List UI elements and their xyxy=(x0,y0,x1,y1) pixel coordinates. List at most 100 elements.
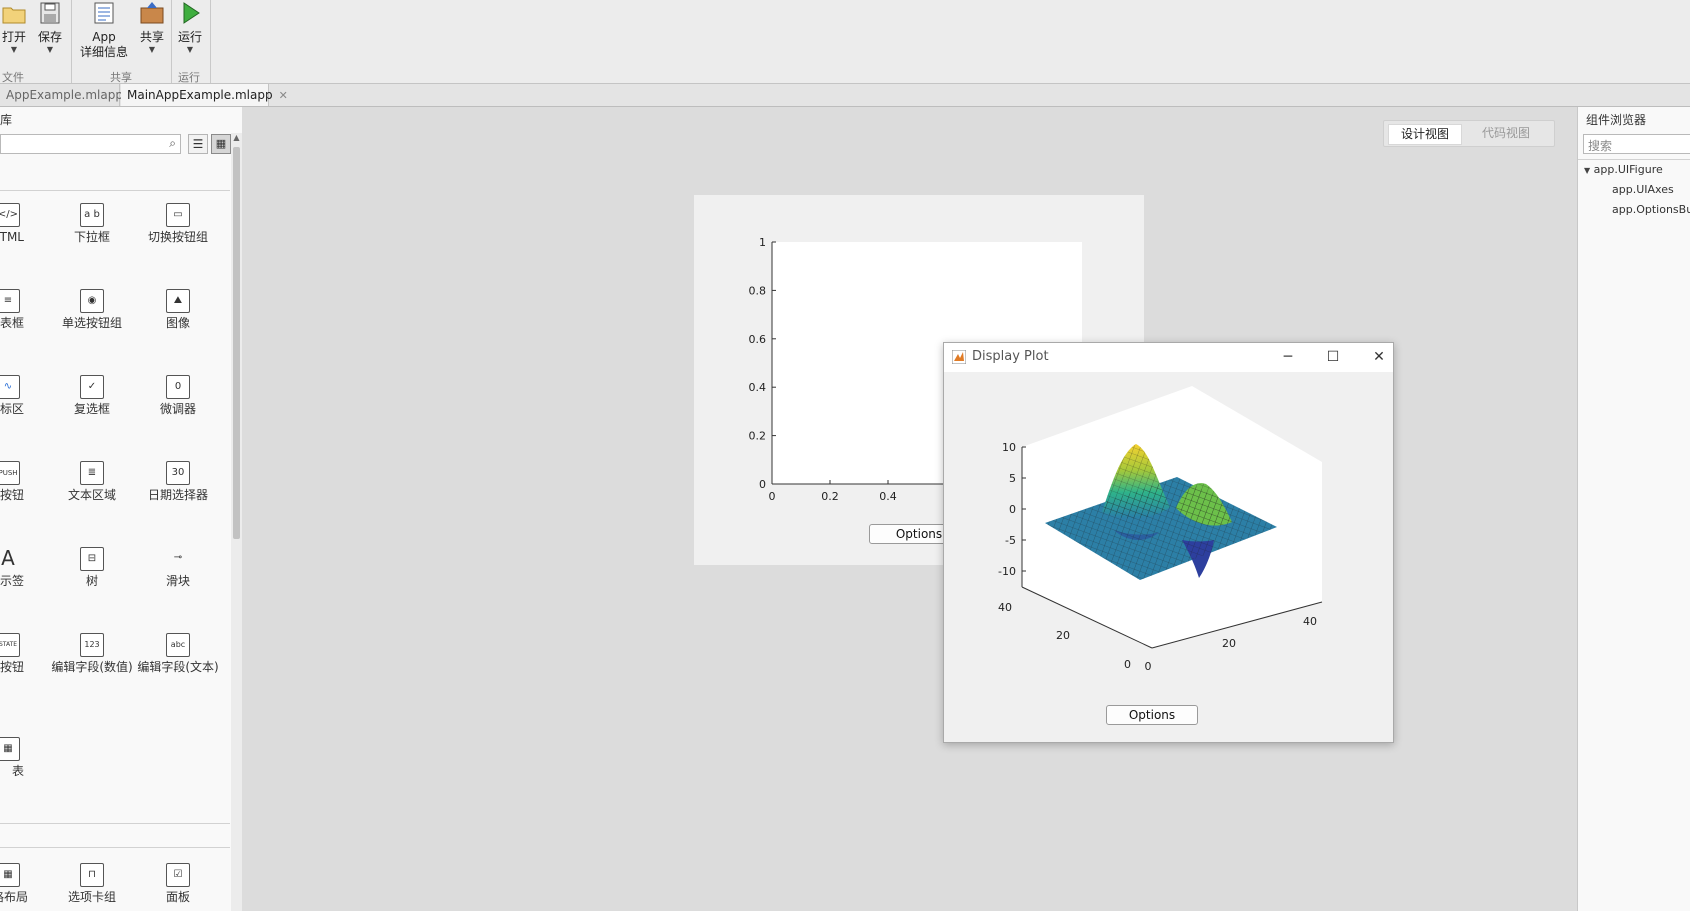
library-item-panel[interactable]: ☑ 面板 xyxy=(136,863,220,905)
design-view-button[interactable]: 设计视图 xyxy=(1388,124,1462,145)
run-button[interactable]: 运行 ▼ xyxy=(176,0,204,55)
library-item-image[interactable]: ⛰ 图像 xyxy=(136,289,220,331)
library-item-listbox[interactable]: ≡ 表框 xyxy=(0,289,50,331)
library-item-dropdown[interactable]: a b 下拉框 xyxy=(50,203,134,245)
library-title: 库 xyxy=(0,113,13,127)
tree-node-optionsbutton[interactable]: app.OptionsBu xyxy=(1612,203,1690,216)
library-item-tree[interactable]: ⊟ 树 xyxy=(50,547,134,589)
save-button[interactable]: 保存 ▼ xyxy=(36,0,64,55)
y-tick-label: 0.6 xyxy=(749,333,767,346)
tree-node-uiaxes[interactable]: app.UIAxes xyxy=(1612,183,1674,196)
library-item-date-picker[interactable]: 30 日期选择器 xyxy=(136,461,220,503)
open-button[interactable]: 打开 ▼ xyxy=(0,0,28,55)
library-item-checkbox[interactable]: ✓ 复选框 xyxy=(50,375,134,417)
tab-group-icon: ⊓ xyxy=(80,863,104,887)
open-label: 打开 xyxy=(1,30,26,44)
library-item-axes[interactable]: ∿ 标区 xyxy=(0,375,50,417)
y-tick-label: 0 xyxy=(759,478,766,491)
minimize-icon[interactable]: ─ xyxy=(1273,347,1303,367)
library-item-radio-button-group[interactable]: ◉ 单选按钮组 xyxy=(50,289,134,331)
section-divider xyxy=(210,0,211,83)
date-picker-icon: 30 xyxy=(166,461,190,485)
surface-plot[interactable]: 10 5 0 -5 -10 40 20 0 0 20 40 xyxy=(944,372,1393,692)
tab-mainappexample[interactable]: MainAppExample.mlapp ✕ xyxy=(121,84,288,106)
y-tick-label: 0.8 xyxy=(749,284,767,297)
component-library: 库 ⌕ ☰ ▦ </> TML a b 下拉框 ▭ 切换按钮组 ≡ 表框 ◉ 单选按钮组 … xyxy=(0,107,243,911)
library-item-text-area[interactable]: ≣ 文本区域 xyxy=(50,461,134,503)
library-item-spinner[interactable]: 0 微调器 xyxy=(136,375,220,417)
item-label: 按钮 xyxy=(0,488,24,502)
library-item-state-button[interactable]: STATE 态按钮 xyxy=(0,633,50,675)
z-tick-label: 10 xyxy=(1002,441,1016,454)
z-tick-label: 0 xyxy=(1009,503,1016,516)
library-item-slider[interactable]: ⊸ 滑块 xyxy=(136,547,220,589)
axes-icon: ∿ xyxy=(0,375,20,399)
tree-node-label: app.UIFigure xyxy=(1593,163,1663,176)
matlab-logo-icon xyxy=(952,350,966,364)
chevron-down-icon: ▼ xyxy=(46,45,54,54)
window-titlebar[interactable]: Display Plot ─ ☐ ✕ xyxy=(944,343,1393,372)
z-tick-label: 5 xyxy=(1009,472,1016,485)
tab-appexample[interactable]: AppExample.mlapp✕ xyxy=(0,84,138,106)
x-tick-label: 0.2 xyxy=(821,490,839,503)
library-item-tab-group[interactable]: ⊓ 选项卡组 xyxy=(50,863,134,905)
item-label: 切换按钮组 xyxy=(147,230,208,244)
save-label: 保存 xyxy=(37,30,62,44)
tree-node-uifigure[interactable]: ▼ app.UIFigure xyxy=(1584,163,1663,176)
html-icon: </> xyxy=(0,203,20,227)
component-browser: 组件浏览器 搜索 ▼ app.UIFigure app.UIAxes app.O… xyxy=(1577,107,1690,911)
section-run-label: 运行 xyxy=(178,71,200,84)
scroll-up-icon[interactable]: ▲ xyxy=(231,133,242,143)
numeric-field-icon: 123 xyxy=(80,633,104,657)
chevron-down-icon: ▼ xyxy=(148,45,156,54)
dropdown-icon: a b xyxy=(80,203,104,227)
app-details-label-2: 详细信息 xyxy=(79,45,128,59)
panel-icon: ☑ xyxy=(166,863,190,887)
x-tick-label: 0 xyxy=(1145,660,1152,673)
code-view-button[interactable]: 代码视图 xyxy=(1470,124,1542,143)
scrollbar-thumb[interactable] xyxy=(233,147,240,539)
tab-label: MainAppExample.mlapp xyxy=(127,88,273,102)
document-tabs: AppExample.mlapp✕ MainAppExample.mlapp ✕ xyxy=(0,84,1690,107)
caret-down-icon[interactable]: ▼ xyxy=(1584,166,1590,175)
share-label: 共享 xyxy=(139,30,164,44)
options-button[interactable]: Options xyxy=(1106,705,1198,725)
item-label: 日期选择器 xyxy=(147,488,208,502)
grid-view-icon[interactable]: ▦ xyxy=(211,134,231,154)
item-label: 编辑字段(数值) xyxy=(51,660,133,674)
z-tick-label: -10 xyxy=(998,565,1016,578)
chevron-down-icon: ▼ xyxy=(10,45,18,54)
spinner-icon: 0 xyxy=(166,375,190,399)
share-button[interactable]: 共享 ▼ xyxy=(137,0,167,55)
app-details-icon xyxy=(94,2,114,24)
close-icon[interactable]: ✕ xyxy=(1364,347,1394,367)
app-details-button[interactable]: App 详细信息 xyxy=(78,0,130,60)
image-icon: ⛰ xyxy=(166,289,190,313)
item-label: 编辑字段(文本) xyxy=(137,660,219,674)
library-item-numeric-field[interactable]: 123 编辑字段(数值) xyxy=(50,633,134,675)
maximize-icon[interactable]: ☐ xyxy=(1318,347,1348,367)
library-item-text-field[interactable]: abc 编辑字段(文本) xyxy=(136,633,220,675)
list-view-icon[interactable]: ☰ xyxy=(188,134,208,154)
close-icon[interactable]: ✕ xyxy=(279,89,288,102)
tab-label: AppExample.mlapp xyxy=(6,88,123,102)
y-tick-label: 40 xyxy=(998,601,1012,614)
text-field-icon: abc xyxy=(166,633,190,657)
label-icon: A xyxy=(1,546,15,570)
item-label: 文本区域 xyxy=(67,488,116,502)
folder-icon xyxy=(2,7,26,24)
library-search-input[interactable]: ⌕ xyxy=(0,134,181,154)
library-item-table[interactable]: ▦ 表 xyxy=(0,737,50,779)
library-item-html[interactable]: </> TML xyxy=(0,203,50,245)
library-scrollbar[interactable]: ▲ xyxy=(231,133,242,911)
browser-title: 组件浏览器 xyxy=(1586,113,1647,127)
search-icon[interactable]: ⌕ xyxy=(169,136,176,151)
library-item-grid-layout[interactable]: ▦ 格布局 xyxy=(0,863,50,905)
item-label: TML xyxy=(0,230,24,244)
push-button-icon: PUSH xyxy=(0,461,20,485)
figure-window[interactable]: Display Plot ─ ☐ ✕ 10 5 0 -5 -10 40 20 0… xyxy=(943,342,1394,743)
library-item-label[interactable]: A 示签 xyxy=(0,547,50,589)
browser-search-input[interactable]: 搜索 xyxy=(1583,134,1690,154)
library-item-push-button[interactable]: PUSH 按钮 xyxy=(0,461,50,503)
library-item-toggle-button-group[interactable]: ▭ 切换按钮组 xyxy=(136,203,220,245)
